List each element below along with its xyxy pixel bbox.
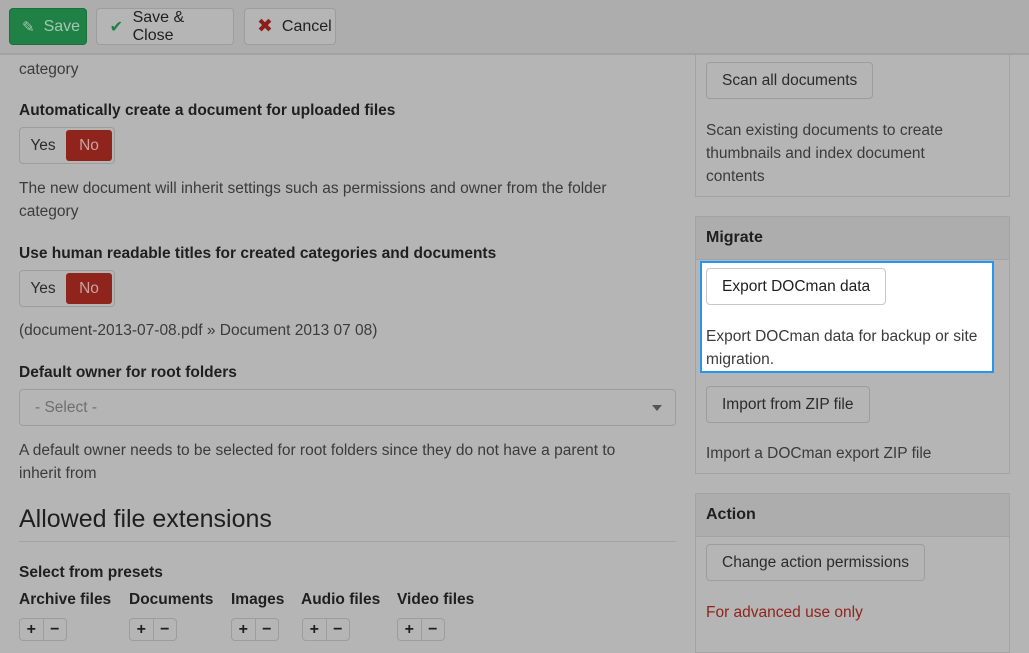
scan-help-2: thumbnails and index document bbox=[706, 145, 925, 162]
cancel-label: Cancel bbox=[281, 17, 332, 35]
export-help-1: Export DOCman data for backup or site bbox=[706, 328, 978, 345]
allowed-extensions-heading: Allowed file extensions bbox=[19, 505, 272, 533]
human-titles-yes[interactable]: Yes bbox=[20, 271, 66, 306]
default-owner-placeholder: - Select - bbox=[35, 398, 98, 416]
preset-video-label: Video files bbox=[397, 591, 475, 608]
plus-icon[interactable]: + bbox=[398, 619, 421, 640]
auto-create-help-1: The new document will inherit settings s… bbox=[19, 180, 607, 197]
default-owner-label: Default owner for root folders bbox=[19, 364, 237, 381]
scan-help-1: Scan existing documents to create bbox=[706, 122, 943, 139]
cancel-button[interactable]: ✖ Cancel bbox=[244, 8, 336, 45]
import-zip-button[interactable]: Import from ZIP file bbox=[706, 386, 870, 423]
auto-create-help-2: category bbox=[19, 203, 79, 220]
plus-icon[interactable]: + bbox=[130, 619, 153, 640]
action-panel: Action Change action permissions For adv… bbox=[695, 493, 1010, 653]
preset-archive-label: Archive files bbox=[19, 591, 112, 608]
auto-create-toggle[interactable]: Yes No bbox=[19, 127, 115, 164]
export-help-2: migration. bbox=[706, 351, 775, 368]
scan-help-3: contents bbox=[706, 168, 765, 185]
presets-label: Select from presets bbox=[19, 564, 163, 581]
minus-icon[interactable]: − bbox=[42, 619, 67, 640]
pencil-icon: ✎ bbox=[22, 18, 35, 36]
human-titles-example: (document-2013-07-08.pdf » Document 2013… bbox=[19, 322, 378, 339]
preset-video-controls: + − bbox=[397, 618, 445, 641]
chevron-down-icon bbox=[652, 405, 662, 411]
auto-create-yes[interactable]: Yes bbox=[20, 128, 66, 163]
preset-audio-controls: + − bbox=[302, 618, 350, 641]
save-close-label: Save & Close bbox=[132, 8, 185, 44]
human-titles-no[interactable]: No bbox=[66, 273, 112, 304]
divider bbox=[19, 541, 676, 542]
preset-audio-label: Audio files bbox=[301, 591, 381, 608]
plus-icon[interactable]: + bbox=[303, 619, 326, 640]
preset-images-controls: + − bbox=[231, 618, 279, 641]
plus-icon[interactable]: + bbox=[232, 619, 255, 640]
action-title: Action bbox=[696, 494, 1009, 537]
preset-documents-label: Documents bbox=[129, 591, 214, 608]
change-action-permissions-button[interactable]: Change action permissions bbox=[706, 544, 925, 581]
toolbar: ✎ Save ✔ Save & Close ✖ Cancel bbox=[0, 0, 1029, 55]
auto-create-no[interactable]: No bbox=[66, 130, 112, 161]
save-label: Save bbox=[43, 17, 81, 35]
default-owner-help-2: inherit from bbox=[19, 465, 97, 482]
save-button[interactable]: ✎ Save bbox=[9, 8, 87, 45]
plus-icon[interactable]: + bbox=[20, 619, 43, 640]
human-titles-label: Use human readable titles for created ca… bbox=[19, 245, 497, 262]
migrate-title: Migrate bbox=[696, 217, 1009, 260]
default-owner-help-1: A default owner needs to be selected for… bbox=[19, 442, 616, 459]
export-highlight: Export DOCman data Export DOCman data fo… bbox=[700, 261, 994, 373]
import-help: Import a DOCman export ZIP file bbox=[706, 445, 932, 462]
help-text-cut: category bbox=[19, 61, 79, 78]
preset-documents-controls: + − bbox=[129, 618, 177, 641]
preset-images-label: Images bbox=[231, 591, 285, 608]
default-owner-select[interactable]: - Select - bbox=[19, 389, 676, 426]
minus-icon[interactable]: − bbox=[420, 619, 445, 640]
close-icon: ✖ bbox=[257, 16, 273, 37]
human-titles-toggle[interactable]: Yes No bbox=[19, 270, 115, 307]
save-close-button[interactable]: ✔ Save & Close bbox=[96, 8, 234, 45]
preset-archive-controls: + − bbox=[19, 618, 67, 641]
scan-all-documents-button[interactable]: Scan all documents bbox=[706, 62, 874, 99]
minus-icon[interactable]: − bbox=[152, 619, 177, 640]
check-icon: ✔ bbox=[109, 18, 123, 36]
minus-icon[interactable]: − bbox=[325, 619, 350, 640]
minus-icon[interactable]: − bbox=[254, 619, 279, 640]
scan-panel: Scan all documents Scan existing documen… bbox=[695, 40, 1010, 197]
export-docman-button[interactable]: Export DOCman data bbox=[706, 268, 887, 305]
auto-create-label: Automatically create a document for uplo… bbox=[19, 102, 396, 119]
advanced-warning: For advanced use only bbox=[706, 604, 863, 621]
